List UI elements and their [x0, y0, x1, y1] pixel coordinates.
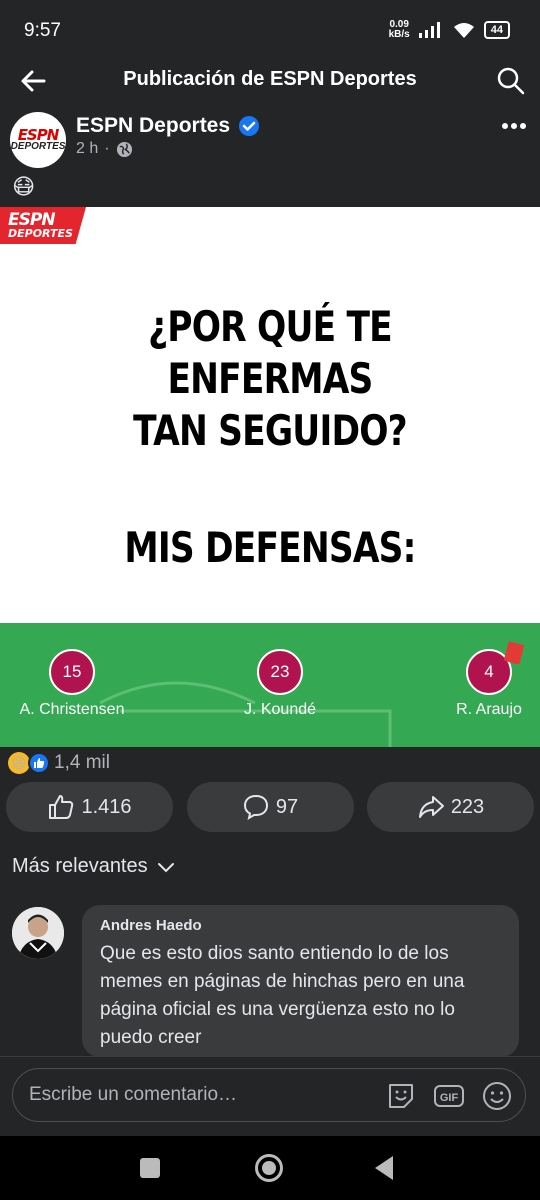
verified-badge-icon [239, 116, 260, 136]
haha-reaction-icon: 😆 [8, 752, 30, 774]
meme-question-line-1: ¿POR QUÉ TE ENFERMAS [148, 302, 393, 403]
player-name: J. Koundé [243, 701, 317, 718]
emoji-icon[interactable] [480, 1079, 514, 1113]
meme-question-line-2: TAN SEGUIDO? [133, 406, 407, 455]
status-time: 9:57 [24, 20, 61, 41]
post-caption-emoji: 😷 [12, 174, 35, 199]
like-button[interactable]: 1.416 [6, 782, 173, 832]
meta-separator: · [104, 140, 110, 157]
system-back-button[interactable] [375, 1156, 393, 1180]
meme-answer: MIS DEFENSAS: [124, 523, 416, 572]
image-logo-bottom: DEPORTES [8, 227, 73, 240]
system-nav-bar [0, 1136, 540, 1200]
player-name: A. Christensen [19, 701, 125, 718]
comment-item: Andres Haedo Que es esto dios santo enti… [12, 905, 522, 1057]
reactions-count: 1,4 mil [54, 752, 110, 773]
comment-bubble[interactable]: Andres Haedo Que es esto dios santo enti… [82, 905, 519, 1057]
comment-sort-dropdown[interactable]: Más relevantes [12, 855, 176, 878]
chevron-down-icon [157, 862, 174, 872]
player-number: 15 [49, 649, 95, 695]
home-button[interactable] [255, 1154, 283, 1182]
sort-label: Más relevantes [12, 855, 148, 877]
like-reaction-icon [28, 752, 50, 774]
comment-author[interactable]: Andres Haedo [100, 917, 501, 934]
author-name[interactable]: ESPN Deportes [76, 114, 230, 138]
page-avatar[interactable]: ESPN DEPORTES [10, 112, 66, 168]
status-indicators: 0.09 kB/s 44 [389, 20, 510, 40]
player-christensen: 15 A. Christensen [12, 649, 132, 719]
player-name: R. Araujo [456, 701, 522, 718]
comment-button[interactable]: 97 [186, 782, 354, 832]
network-speed-unit: kB/s [388, 29, 410, 40]
comment-composer: GIF [0, 1056, 540, 1136]
battery-indicator: 44 [483, 21, 510, 39]
search-icon[interactable] [496, 66, 526, 96]
wifi-icon [453, 23, 474, 38]
composer-icons: GIF [384, 1079, 514, 1113]
gif-label: GIF [440, 1092, 459, 1104]
status-bar: 9:57 0.09 kB/s 44 [0, 0, 540, 60]
player-araujo: 4 R. Araujo [440, 649, 538, 719]
share-button[interactable]: 223 [367, 782, 534, 832]
meme-question: ¿POR QUÉ TE ENFERMAS TAN SEGUIDO? [49, 301, 492, 457]
recent-apps-button[interactable] [140, 1158, 160, 1178]
post-time[interactable]: 2 h [76, 140, 98, 158]
player-number: 23 [257, 649, 303, 695]
image-brand-logo: ESPN DEPORTES [0, 207, 86, 244]
share-arrow-icon [418, 796, 444, 818]
post-actions: 1.416 97 223 [6, 782, 534, 832]
like-count: 1.416 [81, 795, 132, 818]
image-logo-top: ESPN [8, 210, 56, 230]
comment-count: 97 [275, 795, 299, 818]
commenter-avatar[interactable] [12, 907, 64, 959]
sticker-icon[interactable] [384, 1079, 418, 1113]
app-header: Publicación de ESPN Deportes [0, 60, 540, 102]
page-title: Publicación de ESPN Deportes [123, 68, 417, 90]
globe-icon [116, 141, 132, 157]
network-speed: 0.09 kB/s [389, 20, 410, 40]
gif-icon[interactable]: GIF [432, 1079, 466, 1113]
signal-icon [418, 22, 440, 38]
football-pitch: 15 A. Christensen 23 J. Koundé 4 R. Arau… [0, 623, 540, 747]
post-image[interactable]: ESPN DEPORTES ¿POR QUÉ TE ENFERMAS TAN S… [0, 207, 540, 747]
more-options-icon[interactable] [500, 116, 528, 136]
comment-bubble-icon [243, 794, 268, 821]
player-kounde: 23 J. Koundé [228, 649, 332, 719]
avatar-logo-top: ESPN [17, 126, 60, 144]
reactions-summary[interactable]: 😆 1,4 mil [8, 752, 110, 774]
share-count: 223 [450, 795, 485, 818]
post-meta: 2 h · [76, 140, 133, 158]
post-header: ESPN DEPORTES ESPN Deportes 2 h · [0, 108, 540, 168]
comment-text: Que es esto dios santo entiendo lo de lo… [100, 943, 465, 1048]
avatar-logo-bottom: DEPORTES [10, 141, 66, 152]
page-name[interactable]: ESPN Deportes [76, 114, 260, 138]
thumbs-up-icon [49, 795, 74, 819]
